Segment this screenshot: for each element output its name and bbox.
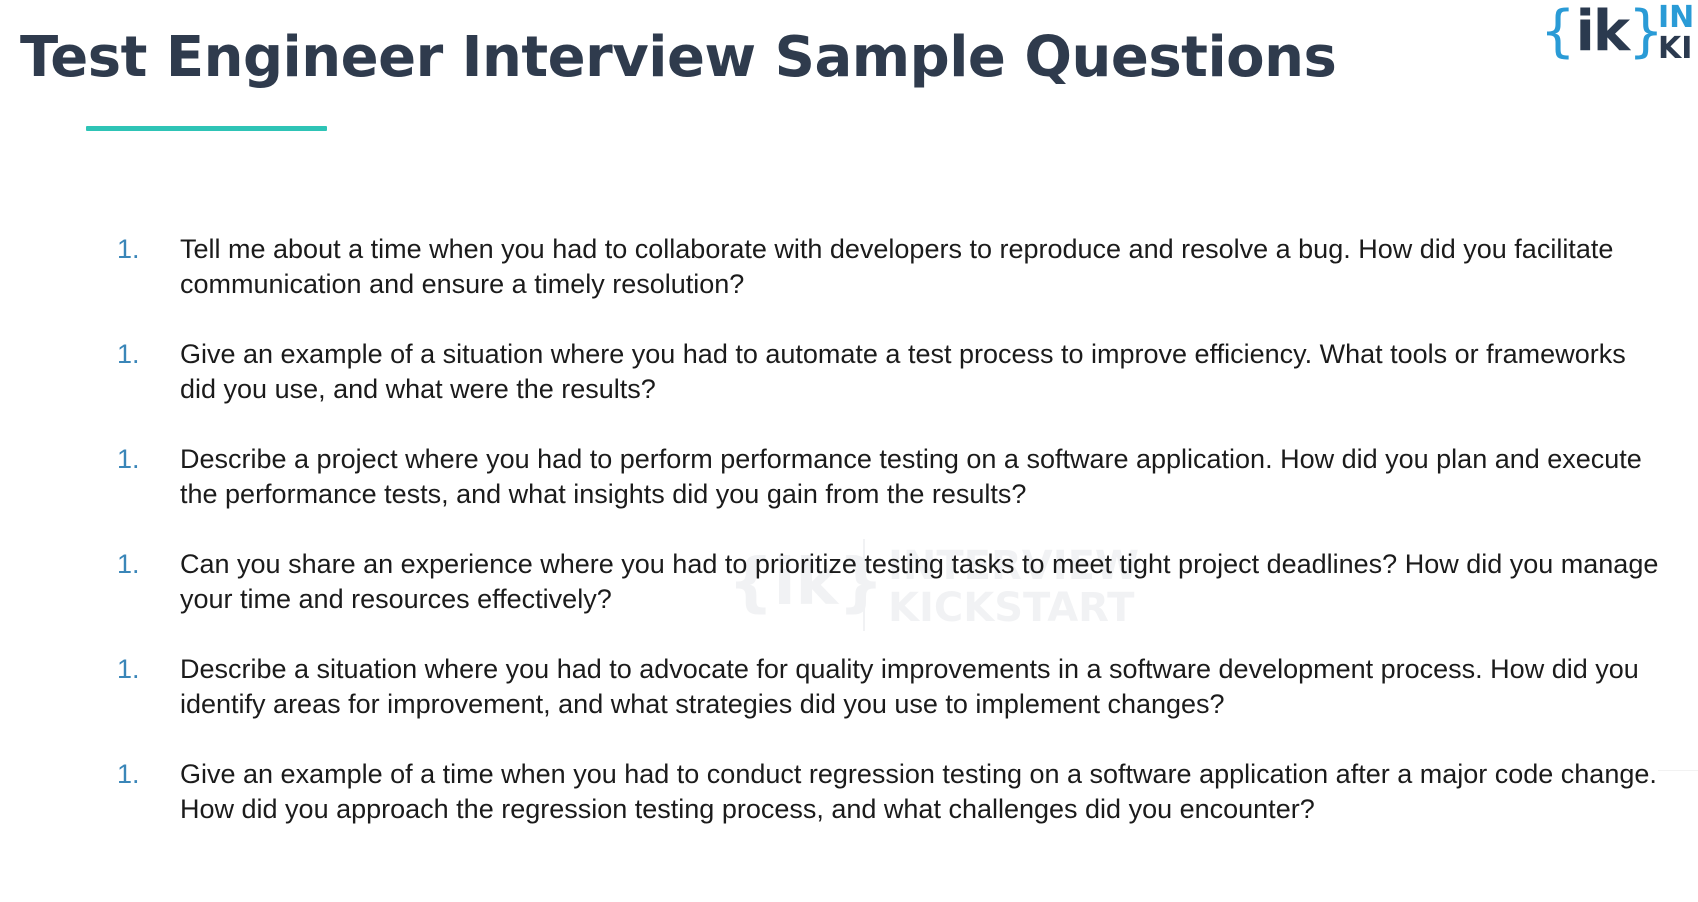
list-item-text: Can you share an experience where you ha… — [180, 549, 1659, 614]
divider — [1658, 770, 1698, 771]
list-item-number: 1. — [117, 654, 140, 684]
list-item-text: Describe a situation where you had to ad… — [180, 654, 1639, 719]
list-item: 1. Describe a situation where you had to… — [0, 652, 1698, 757]
list-item-number: 1. — [117, 549, 140, 579]
list-item-text: Give an example of a time when you had t… — [180, 759, 1657, 824]
logo-brace-open: { — [1540, 0, 1576, 64]
list-item: 1. Give an example of a situation where … — [0, 337, 1698, 442]
logo-wordmark-line1: IN — [1658, 0, 1695, 35]
list-item-number: 1. — [117, 339, 140, 369]
list-item: 1. Give an example of a time when you ha… — [0, 757, 1698, 862]
logo-mark: {ik} — [1540, 0, 1664, 68]
interview-kickstart-logo: {ik} IN KI — [1540, 0, 1698, 72]
logo-ik: ik — [1575, 0, 1630, 64]
list-item: 1. Describe a project where you had to p… — [0, 442, 1698, 547]
logo-wordmark-line2: KI — [1658, 31, 1693, 66]
list-item-number: 1. — [117, 759, 140, 789]
page-title: Test Engineer Interview Sample Questions — [20, 25, 1337, 90]
question-list: 1. Tell me about a time when you had to … — [0, 232, 1698, 862]
list-item: 1. Tell me about a time when you had to … — [0, 232, 1698, 337]
list-item-number: 1. — [117, 444, 140, 474]
list-item-number: 1. — [117, 234, 140, 264]
list-item-text: Describe a project where you had to perf… — [180, 444, 1642, 509]
title-underline — [86, 126, 327, 131]
list-item-text: Tell me about a time when you had to col… — [180, 234, 1614, 299]
list-item-text: Give an example of a situation where you… — [180, 339, 1626, 404]
list-item: 1. Can you share an experience where you… — [0, 547, 1698, 652]
logo-wordmark: IN KI — [1658, 2, 1694, 64]
